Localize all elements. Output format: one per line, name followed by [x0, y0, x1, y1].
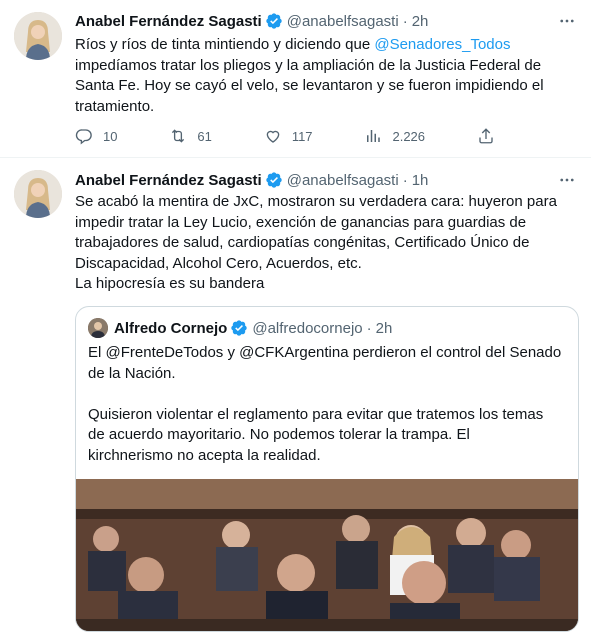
avatar: [88, 318, 108, 338]
like-button[interactable]: 117: [264, 127, 313, 145]
quote-header: Alfredo Cornejo @alfredocornejo · 2h: [88, 317, 392, 339]
quote-author-handle: @alfredocornejo: [252, 319, 363, 337]
quote-photo[interactable]: [76, 479, 578, 631]
reply-button[interactable]: 10: [75, 127, 117, 145]
more-icon[interactable]: [557, 170, 577, 190]
separator-dot: ·: [366, 319, 372, 337]
timestamp[interactable]: 1h: [412, 172, 429, 189]
tweet[interactable]: Anabel Fernández Sagasti @anabelfsagasti…: [0, 158, 591, 632]
quoted-tweet[interactable]: Alfredo Cornejo @alfredocornejo · 2h El …: [75, 306, 579, 632]
verified-badge-icon: [230, 319, 248, 337]
share-icon: [479, 128, 493, 144]
mention-link[interactable]: @Senadores_Todos: [374, 36, 510, 53]
views-button[interactable]: 2.226: [364, 127, 425, 145]
reply-count: 10: [103, 128, 118, 144]
author-name[interactable]: Anabel Fernández Sagasti: [75, 13, 262, 30]
retweet-button[interactable]: 61: [169, 127, 212, 145]
like-count: 117: [291, 128, 313, 144]
share-button[interactable]: [477, 127, 505, 145]
verified-badge-icon: [265, 12, 283, 30]
tweet-text: Se acabó la mentira de JxC, mostraron su…: [75, 193, 557, 292]
views-icon: [367, 130, 381, 142]
action-bar: 10 61 117 2.226: [75, 124, 505, 148]
avatar[interactable]: [14, 170, 62, 218]
views-count: 2.226: [392, 128, 426, 144]
retweet-icon: [172, 129, 185, 143]
tweet[interactable]: Anabel Fernández Sagasti @anabelfsagasti…: [0, 0, 591, 158]
separator-dot: ·: [402, 171, 408, 189]
author-name[interactable]: Anabel Fernández Sagasti: [75, 172, 262, 189]
author-handle[interactable]: @anabelfsagasti: [287, 13, 399, 30]
quote-timestamp: 2h: [375, 319, 393, 337]
separator-dot: ·: [402, 12, 408, 30]
timestamp[interactable]: 2h: [412, 13, 429, 30]
text-before: Ríos y ríos de tinta mintiendo y diciend…: [75, 36, 375, 53]
avatar[interactable]: [14, 12, 62, 60]
quote-text: El @FrenteDeTodos y @CFKArgentina perdie…: [88, 344, 562, 464]
verified-badge-icon: [265, 171, 283, 189]
text-after: impedíamos tratar los pliegos y la ampli…: [75, 56, 544, 115]
more-icon[interactable]: [557, 11, 577, 31]
quote-author-name: Alfredo Cornejo: [114, 319, 228, 337]
tweet-header: Anabel Fernández Sagasti @anabelfsagasti…: [75, 169, 428, 191]
reply-icon: [75, 129, 92, 145]
author-handle[interactable]: @anabelfsagasti: [287, 172, 399, 189]
like-icon: [266, 130, 280, 143]
retweet-count: 61: [197, 128, 212, 144]
tweet-header: Anabel Fernández Sagasti @anabelfsagasti…: [75, 10, 428, 32]
tweet-text: Ríos y ríos de tinta mintiendo y diciend…: [75, 35, 575, 117]
